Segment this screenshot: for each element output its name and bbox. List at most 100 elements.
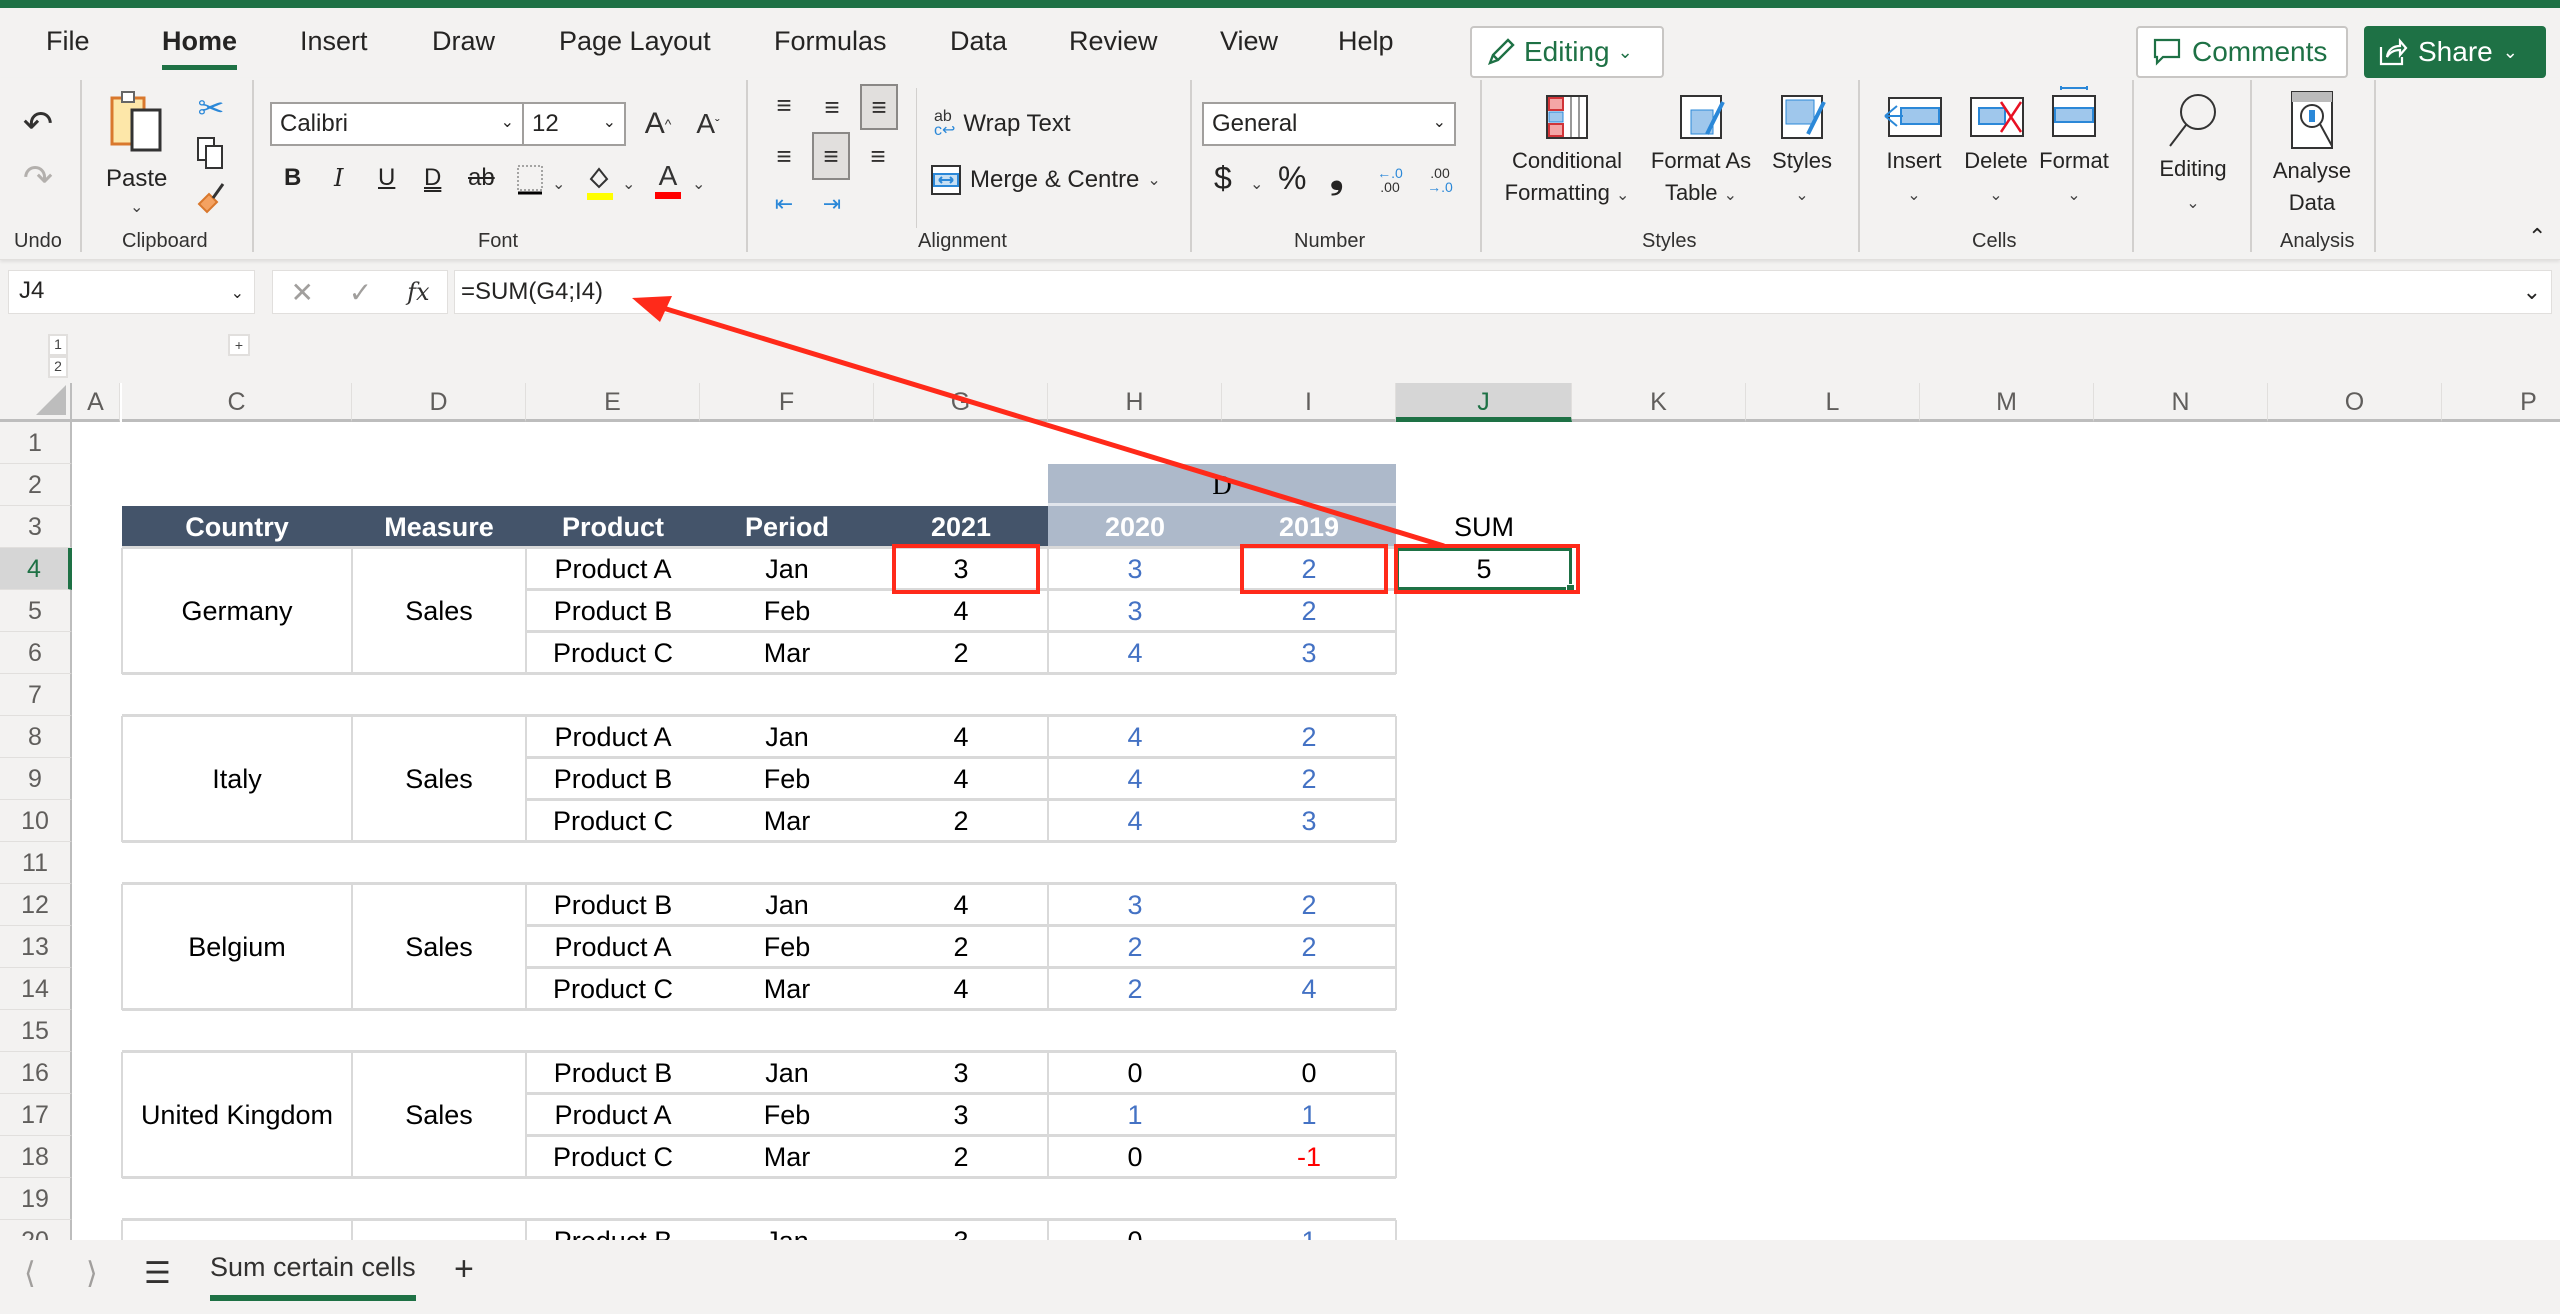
increase-indent-icon[interactable]: ⇥ (814, 186, 850, 222)
value-2019-cell[interactable]: 3 (1222, 800, 1396, 842)
decrease-decimal-icon[interactable]: .00 →.0 (1422, 160, 1458, 200)
name-box[interactable]: J4 ⌄ (8, 270, 255, 314)
row-header-13[interactable]: 13 (0, 926, 72, 968)
currency-format-button[interactable]: $ (1214, 160, 1232, 197)
align-bottom-icon[interactable]: ≡ (860, 84, 898, 130)
value-2019-cell[interactable]: 2 (1222, 926, 1396, 968)
spreadsheet-grid[interactable]: ACDEFGHIJKLMNOP 1 2 3 4 5 6 7 8 9 10 11 12 13 14 15 16 1… (0, 383, 2560, 1240)
insert-function-icon[interactable]: fx (407, 278, 429, 306)
bold-button[interactable]: B (284, 164, 301, 192)
row-header-8[interactable]: 8 (0, 716, 72, 758)
value-2020-cell[interactable]: 4 (1048, 758, 1222, 800)
row-header-16[interactable]: 16 (0, 1052, 72, 1094)
cell-styles-button[interactable]: Styles ⌄ (1762, 94, 1842, 212)
formula-input[interactable]: =SUM(G4;I4) ⌄ (454, 270, 2552, 314)
value-2020-cell[interactable]: 0 (1048, 1052, 1222, 1094)
product-cell[interactable]: Product A (526, 926, 700, 968)
scroll-tabs-left-icon[interactable]: ⟨ (24, 1256, 36, 1291)
product-cell[interactable]: Product B (526, 884, 700, 926)
row-header-17[interactable]: 17 (0, 1094, 72, 1136)
value-2019-cell[interactable]: 2 (1222, 590, 1396, 632)
header-cell-period[interactable]: Period (700, 506, 874, 548)
column-header-p[interactable]: P (2442, 383, 2560, 422)
value-2021-cell[interactable]: 4 (874, 884, 1048, 926)
value-2021-cell[interactable]: 2 (874, 800, 1048, 842)
value-2021-cell[interactable]: 4 (874, 716, 1048, 758)
row-header-11[interactable]: 11 (0, 842, 72, 884)
format-as-table-button[interactable]: Format As Table ⌄ (1646, 94, 1756, 212)
row-header-12[interactable]: 12 (0, 884, 72, 926)
column-header-n[interactable]: N (2094, 383, 2268, 422)
header-cell-country[interactable]: Country (122, 506, 352, 548)
row-header-14[interactable]: 14 (0, 968, 72, 1010)
merged-header-cell[interactable]: D (1048, 464, 1396, 506)
country-cell[interactable] (122, 1220, 352, 1240)
redo-icon[interactable]: ↷ (18, 157, 58, 198)
value-2020-cell[interactable]: 4 (1048, 800, 1222, 842)
column-header-j[interactable]: J (1396, 383, 1572, 422)
value-2021-cell[interactable]: 2 (874, 1136, 1048, 1178)
wrap-text-button[interactable]: ab c↩ Wrap Text (934, 109, 1071, 139)
product-cell[interactable]: Product B (526, 590, 700, 632)
tab-help[interactable]: Help (1338, 26, 1394, 57)
product-cell[interactable]: Product C (526, 968, 700, 1010)
product-cell[interactable]: Product C (526, 1136, 700, 1178)
decrease-font-size-icon[interactable]: Aˇ (688, 106, 728, 142)
value-2019-cell[interactable]: 1 (1222, 1094, 1396, 1136)
editing-button[interactable]: Editing ⌄ (2150, 92, 2236, 220)
merge-centre-button[interactable]: Merge & Centre ⌄ (930, 164, 1161, 196)
font-color-icon[interactable]: A (652, 158, 684, 202)
align-left-icon[interactable]: ≡ (766, 134, 802, 178)
format-painter-icon[interactable] (194, 178, 228, 218)
row-header-4[interactable]: 4 (0, 548, 72, 590)
value-2021-cell[interactable]: 2 (874, 632, 1048, 674)
tab-view[interactable]: View (1220, 26, 1278, 57)
align-middle-icon[interactable]: ≡ (814, 90, 850, 124)
comments-button[interactable]: Comments (2136, 26, 2348, 78)
product-cell[interactable]: Product B (526, 758, 700, 800)
value-2020-cell[interactable]: 2 (1048, 968, 1222, 1010)
country-cell[interactable]: United Kingdom (122, 1052, 352, 1178)
insert-cells-button[interactable]: Insert ⌄ (1874, 94, 1954, 212)
period-cell[interactable]: Mar (700, 1136, 874, 1178)
value-2020-cell[interactable]: 0 (1048, 1220, 1222, 1240)
row-header-10[interactable]: 10 (0, 800, 72, 842)
font-family-select[interactable]: Calibri ⌄ (270, 102, 524, 146)
column-header-h[interactable]: H (1048, 383, 1222, 422)
period-cell[interactable]: Feb (700, 1094, 874, 1136)
collapse-ribbon-icon[interactable]: ⌃ (2528, 224, 2546, 250)
column-header-g[interactable]: G (874, 383, 1048, 422)
period-cell[interactable]: Mar (700, 968, 874, 1010)
row-header-2[interactable]: 2 (0, 464, 72, 506)
value-2021-cell[interactable]: 2 (874, 926, 1048, 968)
period-cell[interactable]: Jan (700, 884, 874, 926)
add-sheet-button[interactable]: + (454, 1250, 474, 1289)
value-2020-cell[interactable]: 3 (1048, 884, 1222, 926)
value-2021-cell[interactable]: 3 (874, 1052, 1048, 1094)
undo-icon[interactable]: ↶ (18, 103, 58, 144)
column-header-f[interactable]: F (700, 383, 874, 422)
value-2021-cell[interactable]: 4 (874, 968, 1048, 1010)
column-header-e[interactable]: E (526, 383, 700, 422)
header-cell-2021[interactable]: 2021 (874, 506, 1048, 548)
value-2020-cell[interactable]: 1 (1048, 1094, 1222, 1136)
all-sheets-menu-icon[interactable]: ☰ (144, 1256, 171, 1291)
country-cell[interactable]: Germany (122, 548, 352, 674)
increase-decimal-icon[interactable]: ←.0.00 (1372, 160, 1408, 200)
measure-cell[interactable]: Sales (352, 884, 526, 1010)
value-2020-cell[interactable]: 4 (1048, 716, 1222, 758)
product-cell[interactable]: Product B (526, 1220, 700, 1240)
period-cell[interactable]: Jan (700, 1052, 874, 1094)
tab-home[interactable]: Home (162, 26, 238, 70)
decrease-indent-icon[interactable]: ⇤ (766, 186, 802, 222)
measure-cell[interactable]: Sales (352, 1052, 526, 1178)
column-header-c[interactable]: C (122, 383, 352, 422)
row-header-1[interactable]: 1 (0, 422, 72, 464)
analyse-data-button[interactable]: Analyse Data (2262, 88, 2362, 219)
row-header-15[interactable]: 15 (0, 1010, 72, 1052)
column-header-a[interactable]: A (72, 383, 120, 422)
row-header-20[interactable]: 20 (0, 1220, 72, 1240)
chevron-down-icon[interactable]: ⌄ (692, 174, 705, 194)
value-2020-cell[interactable]: 3 (1048, 590, 1222, 632)
tab-page-layout[interactable]: Page Layout (559, 26, 711, 57)
